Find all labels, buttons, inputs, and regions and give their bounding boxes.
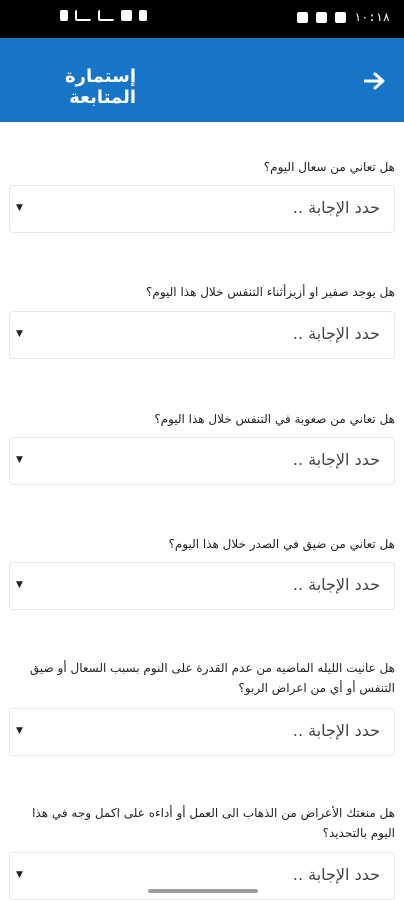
form-content: هل تعاني من سعال اليوم؟ حدد الإجابة .. ▼… — [0, 122, 404, 900]
status-bar: ١٠:١٨ — [0, 0, 404, 38]
answer-select[interactable]: حدد الإجابة .. ▼ — [9, 708, 395, 756]
answer-select[interactable]: حدد الإجابة .. ▼ — [9, 437, 395, 485]
dropdown-caret-icon: ▼ — [16, 726, 23, 736]
dropdown-caret-icon: ▼ — [16, 870, 23, 880]
select-placeholder: حدد الإجابة .. — [292, 865, 380, 884]
select-placeholder: حدد الإجابة .. — [292, 575, 380, 594]
select-placeholder: حدد الإجابة .. — [292, 198, 380, 217]
message-icon — [315, 11, 327, 23]
battery-icon — [60, 10, 68, 21]
question-label: هل تعاني من صعوبة في التنفس خلال هذا الي… — [154, 412, 395, 426]
select-placeholder: حدد الإجابة .. — [292, 721, 380, 740]
question-label: هل عانيت الليله الماضيه من عدم القدرة عل… — [29, 661, 395, 695]
dropdown-caret-icon: ▼ — [16, 203, 23, 213]
select-placeholder: حدد الإجابة .. — [292, 450, 380, 469]
status-icons-right: ١٠:١٨ — [296, 10, 390, 24]
dropdown-caret-icon: ▼ — [16, 329, 23, 339]
status-time: ١٠:١٨ — [353, 10, 390, 24]
home-indicator[interactable] — [148, 889, 258, 893]
arrow-right-icon[interactable] — [364, 72, 386, 90]
question-label: هل يوجد صفير او أزيزأثناء التنفس خلال هذ… — [146, 285, 395, 299]
question-label: هل تعاني من ضيق في الصدر خلال هذا اليوم؟ — [168, 537, 395, 551]
select-placeholder: حدد الإجابة .. — [292, 324, 380, 343]
answer-select[interactable]: حدد الإجابة .. ▼ — [9, 562, 395, 610]
answer-select[interactable]: حدد الإجابة .. ▼ — [9, 311, 395, 359]
page-title: إستمارة المتابعة — [64, 66, 136, 108]
signal-icon-2 — [98, 10, 114, 21]
dropdown-caret-icon: ▼ — [16, 580, 23, 590]
status-icons-left — [60, 10, 147, 21]
app-bar: إستمارة المتابعة — [0, 38, 404, 122]
wifi-icon — [121, 10, 132, 21]
dropdown-caret-icon: ▼ — [16, 455, 23, 465]
image-icon — [334, 11, 346, 23]
alarm-icon — [139, 10, 147, 21]
question-label: هل تعاني من سعال اليوم؟ — [263, 160, 395, 174]
signal-icon — [75, 10, 91, 21]
notification-icon — [296, 11, 308, 23]
question-label: هل منعتك الأعراض من الذهاب الى العمل أو … — [32, 806, 395, 840]
answer-select[interactable]: حدد الإجابة .. ▼ — [9, 185, 395, 233]
